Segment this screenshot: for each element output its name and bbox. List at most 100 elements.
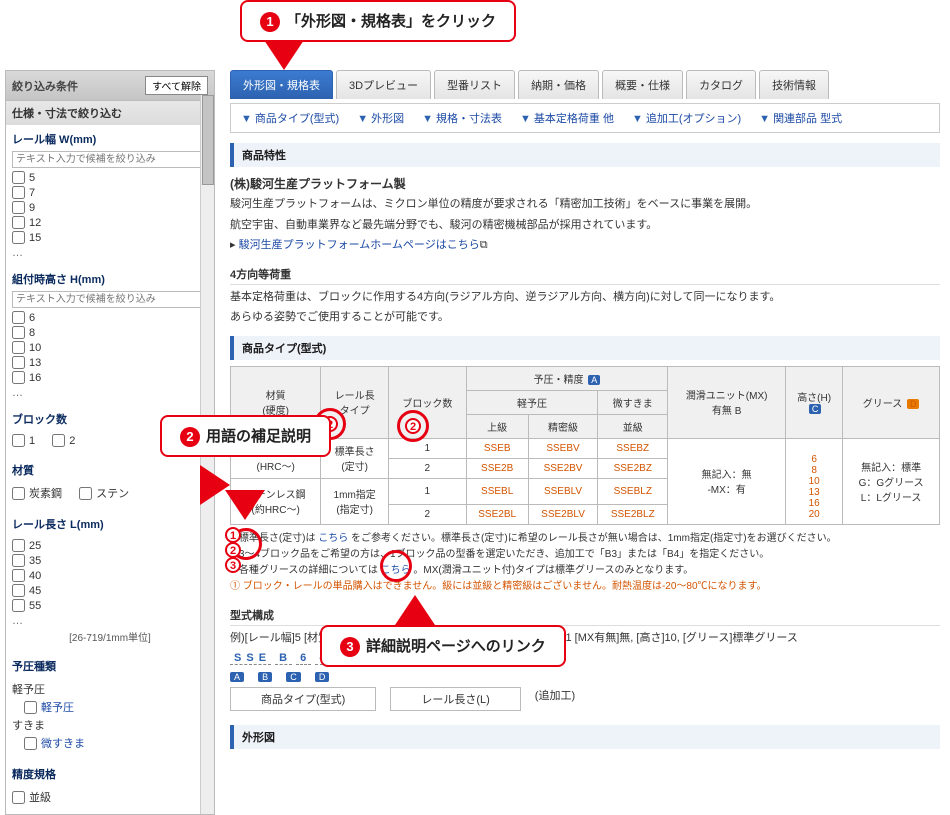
rail-w-box: 5 7 9 12 15 …: [6, 149, 214, 265]
td-height: 6 8 10 13 16 20: [786, 438, 843, 524]
callout-2-num: 2: [180, 427, 200, 447]
mark-note-2: 2: [225, 542, 241, 558]
height-h-box: 6 8 10 13 16 …: [6, 289, 214, 405]
precision-box: 並級: [6, 784, 214, 814]
th-light: 軽予圧: [466, 390, 598, 414]
chk-l-55[interactable]: [12, 599, 25, 612]
tab-catalog[interactable]: カタログ: [686, 70, 756, 99]
chk-mat-carbon[interactable]: [12, 487, 25, 500]
anchor-load[interactable]: ▼基本定格荷重 他: [520, 110, 614, 126]
compo-seg-1: S S E: [230, 652, 271, 665]
callout-1-text: 「外形図・規格表」をクリック: [286, 13, 496, 30]
group-material: 材質: [6, 456, 214, 480]
chk-railw-15[interactable]: [12, 231, 25, 244]
rail-l-range: [26-719/1mm単位]: [12, 627, 208, 646]
badge-c: C: [809, 404, 822, 414]
anchor-outline[interactable]: ▼外形図: [357, 110, 404, 126]
more-icon: …: [12, 387, 208, 399]
badge-d: D: [907, 399, 920, 409]
chk-l-35[interactable]: [12, 554, 25, 567]
th-sub-up: 上級: [466, 414, 528, 438]
chk-l-40[interactable]: [12, 569, 25, 582]
group-height-h: 組付時高さ H(mm)▲: [6, 265, 214, 289]
chk-railw-5[interactable]: [12, 171, 25, 184]
badge-a: A: [588, 375, 600, 385]
section-product-spec: 商品特性: [230, 143, 940, 167]
rail-w-input[interactable]: [12, 151, 208, 168]
tri-icon: ▼: [241, 113, 252, 125]
homepage-link[interactable]: 駿河生産プラットフォームホームページはこちら: [239, 239, 480, 251]
tri-icon: ▼: [357, 113, 368, 125]
anchor-related[interactable]: ▼関連部品 型式: [759, 110, 842, 126]
anchor-ptype[interactable]: ▼商品タイプ(型式): [241, 110, 339, 126]
arrow-2b: [225, 490, 265, 520]
chk-blk-2[interactable]: [52, 434, 65, 447]
th-slight: 微すきま: [598, 390, 668, 414]
compo-field-1[interactable]: 商品タイプ(型式): [230, 687, 376, 711]
mark-2b: 2: [405, 418, 421, 434]
callout-3-num: 3: [340, 637, 360, 657]
chk-prec-nami[interactable]: [12, 791, 25, 804]
chk-pre-light[interactable]: [24, 701, 37, 714]
tab-type-list[interactable]: 型番リスト: [434, 70, 515, 99]
tab-tech-info[interactable]: 技術情報: [759, 70, 829, 99]
sidebar-header: 絞り込み条件 すべて解除: [6, 71, 214, 100]
chk-railw-9[interactable]: [12, 201, 25, 214]
tri-icon: ▼: [520, 113, 531, 125]
height-h-list: 6 8 10 13 16: [12, 308, 208, 387]
callout-2: 2用語の補足説明: [160, 415, 331, 457]
compo-field-2[interactable]: レール長さ(L): [390, 687, 520, 711]
four-dir-desc1: 基本定格荷重は、ブロックに作用する4方向(ラジアル方向、逆ラジアル方向、横方向)…: [230, 289, 940, 306]
td-grease: 無記入：標準G：GグリースL：Lグリース: [843, 438, 940, 524]
tab-overview[interactable]: 概要・仕様: [602, 70, 683, 99]
chk-l-45[interactable]: [12, 584, 25, 597]
chk-l-25[interactable]: [12, 539, 25, 552]
compo-badge-b: B: [258, 672, 272, 682]
group-precision: 精度規格: [6, 760, 214, 784]
home-link-line: ▸ 駿河生産プラットフォームホームページはこちら⧉: [230, 237, 940, 254]
desc-line-2: 航空宇宙、自動車業界など最先端分野でも、駿河の精密機械部品が採用されています。: [230, 217, 940, 234]
tab-price[interactable]: 納期・価格: [518, 70, 599, 99]
anchor-nav: ▼商品タイプ(型式) ▼外形図 ▼規格・寸法表 ▼基本定格荷重 他 ▼追加工(オ…: [230, 103, 940, 133]
desc-line-1: 駿河生産プラットフォームは、ミクロン単位の精度が要求される「精密加工技術」をベー…: [230, 196, 940, 213]
chk-h-8[interactable]: [12, 326, 25, 339]
compo-head: 型式構成: [230, 607, 940, 626]
note-link-1[interactable]: こちら: [318, 533, 348, 544]
circle-3: [380, 550, 412, 582]
chk-mat-sus[interactable]: [79, 487, 92, 500]
chk-railw-12[interactable]: [12, 216, 25, 229]
tab-spec-table[interactable]: 外形図・規格表: [230, 70, 333, 99]
anchor-option[interactable]: ▼追加工(オプション): [632, 110, 741, 126]
sidebar-subhead: 仕様・寸法で絞り込む: [6, 100, 214, 125]
chk-h-13[interactable]: [12, 356, 25, 369]
clear-all-button[interactable]: すべて解除: [145, 76, 208, 95]
tri-icon: ▼: [759, 113, 770, 125]
four-dir-desc2: あらゆる姿勢でご使用することが可能です。: [230, 309, 940, 326]
td-mx: 無記入：無-MX：有: [668, 438, 786, 524]
group-rail-w: レール幅 W(mm)▲: [6, 125, 214, 149]
compo-badge-c: C: [286, 672, 301, 682]
anchor-dimension[interactable]: ▼規格・寸法表: [422, 110, 502, 126]
chk-blk-1[interactable]: [12, 434, 25, 447]
tab-3d-preview[interactable]: 3Dプレビュー: [336, 70, 431, 99]
chk-pre-slight[interactable]: [24, 737, 37, 750]
more-icon: …: [12, 615, 208, 627]
compo-side: (追加工): [535, 687, 575, 711]
sidebar-title: 絞り込み条件: [12, 78, 78, 94]
th-sub-nami: 並級: [598, 414, 668, 438]
compo-seg-3: 6: [296, 652, 311, 665]
note-ex: ① ブロック・レールの単品購入はできません。級には並級と精密級はございません。耐…: [230, 579, 940, 595]
rail-w-list: 5 7 9 12 15: [12, 168, 208, 247]
company-name: (株)駿河生産プラットフォーム製: [230, 175, 940, 192]
height-h-input[interactable]: [12, 291, 208, 308]
chk-h-6[interactable]: [12, 311, 25, 324]
mark-note-3: 3: [225, 557, 241, 573]
compo-seg-2: B: [275, 652, 292, 665]
chk-railw-7[interactable]: [12, 186, 25, 199]
chk-h-16[interactable]: [12, 371, 25, 384]
callout-1: 1「外形図・規格表」をクリック: [240, 0, 516, 42]
rail-l-box: 25 35 40 45 55 … [26-719/1mm単位]: [6, 534, 214, 652]
chk-h-10[interactable]: [12, 341, 25, 354]
scrollbar-thumb[interactable]: [202, 95, 214, 185]
compo-badge-d: D: [315, 672, 330, 682]
